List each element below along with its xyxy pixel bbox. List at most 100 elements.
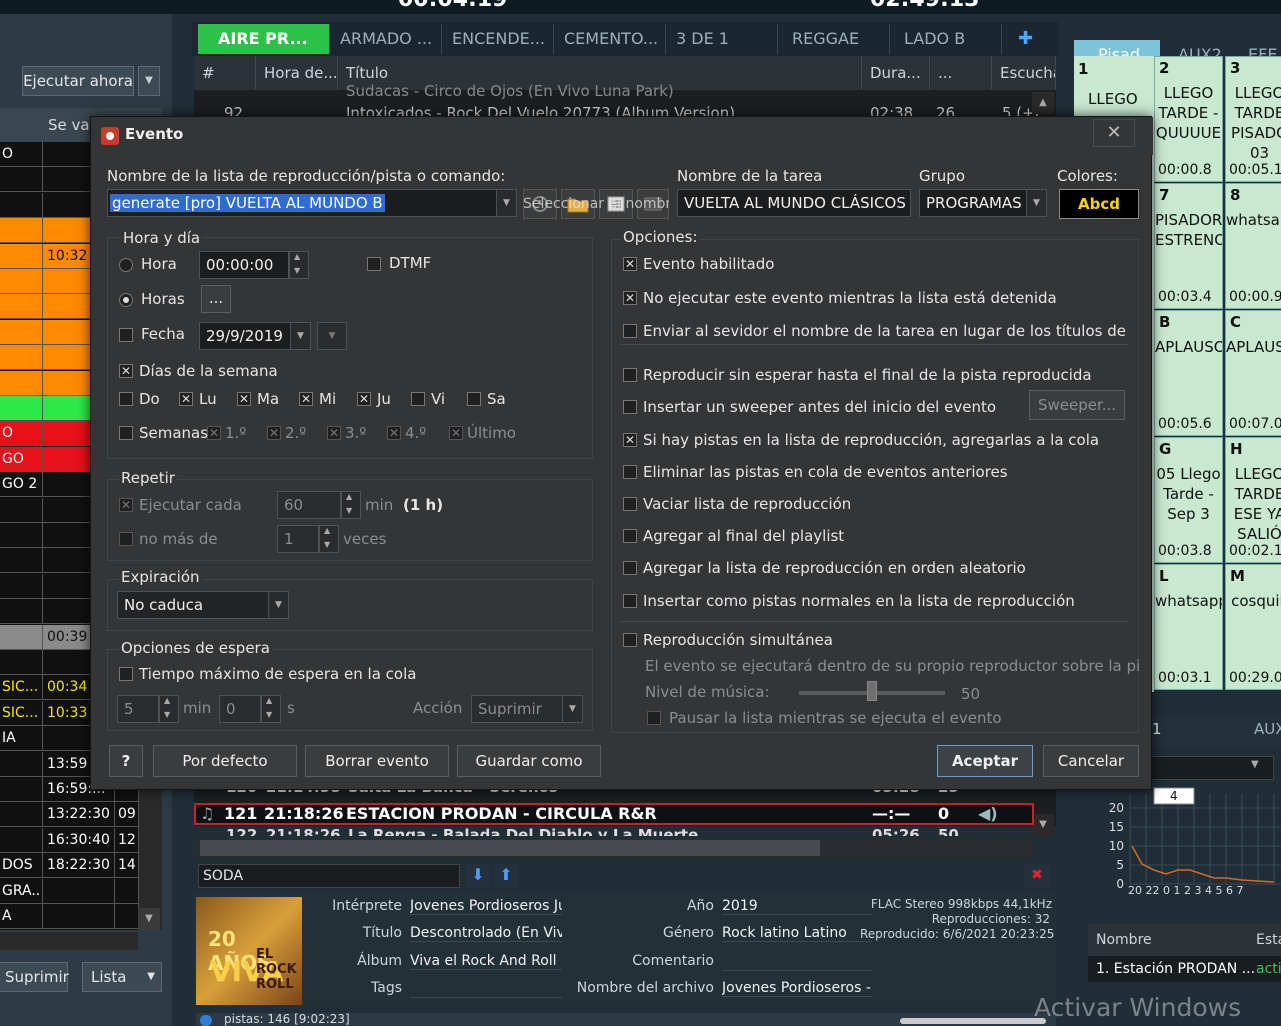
chevron-down-icon[interactable]: ▼: [562, 696, 582, 722]
option-checkbox[interactable]: [623, 400, 637, 414]
cancelar-button[interactable]: Cancelar: [1043, 745, 1139, 777]
clock-icon[interactable]: [523, 189, 557, 219]
tab-3-de-1[interactable]: 3 DE 1: [666, 24, 778, 54]
espera-min-spinner[interactable]: [159, 695, 179, 723]
col-start-time[interactable]: Hora de...: [256, 56, 338, 90]
hora-spinner[interactable]: [289, 251, 309, 279]
week-checkbox[interactable]: ✕: [449, 426, 463, 440]
semanas-checkbox[interactable]: [119, 426, 133, 440]
cart-button[interactable]: G 05 Llego Tarde - Sep 3 00:03.8: [1154, 437, 1223, 563]
week-checkbox[interactable]: ✕: [267, 426, 281, 440]
playlist-scroll-down-icon[interactable]: ▼: [1032, 814, 1054, 836]
cart-button[interactable]: 3 LLEGO TARDE PISADO 0300:05.1: [1225, 56, 1281, 182]
dias-semana-checkbox[interactable]: ✕: [119, 364, 133, 378]
playlist-icon[interactable]: [599, 189, 633, 219]
color-sample[interactable]: Abcd: [1059, 189, 1139, 219]
playlist-scroll-up-icon[interactable]: ▲: [1032, 92, 1054, 114]
option-checkbox[interactable]: [623, 465, 637, 479]
aux-select[interactable]: ▼: [1150, 756, 1274, 780]
chevron-down-icon[interactable]: ▼: [1026, 190, 1046, 216]
ejecutar-cada-checkbox[interactable]: ✕: [119, 498, 133, 512]
search-input[interactable]: SODA: [198, 864, 460, 888]
day-checkbox-sa[interactable]: [467, 392, 481, 406]
option-checkbox[interactable]: [623, 497, 637, 511]
tab-lado-b[interactable]: LADO B: [890, 24, 1002, 54]
day-checkbox-mi[interactable]: ✕: [299, 392, 313, 406]
horas-radio[interactable]: [119, 293, 133, 307]
por-defecto-button[interactable]: Por defecto: [153, 745, 297, 777]
col-number[interactable]: #: [194, 56, 256, 90]
cart-button[interactable]: Mcosquill 00:29.0: [1225, 564, 1281, 690]
add-tab-icon[interactable]: ✚: [1008, 24, 1048, 54]
day-checkbox-ma[interactable]: ✕: [237, 392, 251, 406]
tab-cemento[interactable]: CEMENTO...: [554, 24, 666, 54]
fecha-checkbox[interactable]: [119, 328, 133, 342]
hora-radio[interactable]: [119, 258, 133, 272]
volume-slider[interactable]: [900, 1018, 1046, 1024]
option-checkbox[interactable]: [623, 324, 637, 338]
clear-search-icon[interactable]: ✖: [1024, 864, 1050, 888]
tab-aux[interactable]: AUX: [1254, 720, 1281, 738]
col-more[interactable]: ...: [930, 56, 992, 90]
cart-button[interactable]: H LLEGO TARDE ESE YA SALIÓ 00:02.1: [1225, 437, 1281, 563]
option-checkbox[interactable]: ✕: [623, 291, 637, 305]
option-checkbox[interactable]: ✕: [623, 257, 637, 271]
no-mas-field[interactable]: 1: [277, 525, 319, 553]
horas-edit-button[interactable]: ...: [201, 285, 231, 313]
fecha-field[interactable]: 29/9/2019 ▼: [199, 322, 311, 350]
week-checkbox[interactable]: ✕: [387, 426, 401, 440]
command-icon[interactable]: [637, 189, 669, 219]
tab-reggae[interactable]: REGGAE: [778, 24, 890, 54]
scroll-down-icon[interactable]: ▼: [138, 908, 160, 930]
cart-button[interactable]: 8 whatsapp- 00:00.9: [1225, 183, 1281, 309]
chevron-down-icon[interactable]: ▼: [290, 323, 310, 349]
task-name-field[interactable]: VUELTA AL MUNDO CLÁSICOS I: [677, 189, 911, 217]
cart-button[interactable]: 7 PISADOR ESTRENO 00:03.4: [1154, 183, 1223, 309]
cart-name-1[interactable]: LLEGO TARDE: [1088, 90, 1154, 108]
option-checkbox[interactable]: [623, 368, 637, 382]
no-mas-spinner[interactable]: [319, 525, 339, 553]
delete-button[interactable]: Suprimir: [0, 962, 69, 992]
dtmf-checkbox[interactable]: [367, 257, 381, 271]
simultanea-checkbox[interactable]: [623, 633, 637, 647]
names-row[interactable]: 1. Estación PRODAN ... acti: [1088, 956, 1281, 982]
playlist-hscrollbar[interactable]: [196, 838, 1034, 858]
accion-select[interactable]: Suprimir ▼: [471, 695, 583, 723]
espera-s-field[interactable]: 0: [219, 695, 261, 723]
hscroll-thumb[interactable]: [200, 840, 820, 856]
search-up-icon[interactable]: ⬆: [494, 864, 518, 888]
expiracion-select[interactable]: No caduca ▼: [117, 591, 289, 619]
cart-button[interactable]: 2 LLEGO TARDE - QUUUUE 00:00.8: [1154, 56, 1223, 182]
help-button[interactable]: ?: [109, 745, 143, 777]
option-checkbox[interactable]: [623, 529, 637, 543]
hora-field[interactable]: 00:00:00: [199, 251, 289, 279]
day-checkbox-vi[interactable]: [411, 392, 425, 406]
day-checkbox-ju[interactable]: ✕: [357, 392, 371, 406]
tab-armado[interactable]: ARMADO ...: [330, 24, 442, 54]
tiempo-max-checkbox[interactable]: [119, 667, 133, 681]
cart-button[interactable]: Lwhatsapp 00:03.1: [1154, 564, 1223, 690]
tab-encende[interactable]: ENCENDE...: [442, 24, 554, 54]
chevron-down-icon[interactable]: ▼: [496, 190, 516, 216]
cart-button[interactable]: C APLAUSO 00:07.0: [1225, 310, 1281, 436]
week-checkbox[interactable]: ✕: [327, 426, 341, 440]
espera-min-field[interactable]: 5: [117, 695, 159, 723]
espera-s-spinner[interactable]: [261, 695, 281, 723]
search-down-icon[interactable]: ⬇: [466, 864, 490, 888]
aceptar-button[interactable]: Aceptar: [937, 745, 1033, 777]
week-checkbox[interactable]: ✕: [207, 426, 221, 440]
nivel-slider-thumb[interactable]: [867, 681, 877, 701]
chevron-down-icon[interactable]: ▼: [268, 592, 288, 618]
run-now-dropdown[interactable]: ▼: [138, 66, 160, 96]
day-checkbox-lu[interactable]: ✕: [179, 392, 193, 406]
ejecutar-cada-field[interactable]: 60: [277, 491, 341, 519]
guardar-como-button[interactable]: Guardar como: [457, 745, 601, 777]
run-now-button[interactable]: Ejecutar ahora: [22, 66, 134, 96]
list-button[interactable]: Lista ▼: [82, 962, 162, 992]
tab-aire-pr[interactable]: AIRE PR...: [198, 24, 330, 54]
left-hscrollbar[interactable]: [0, 932, 138, 950]
day-checkbox-do[interactable]: [119, 392, 133, 406]
playlist-name-field[interactable]: generate [pro] VUELTA AL MUNDO B ▼: [107, 189, 517, 217]
col-duration[interactable]: Dura...: [862, 56, 930, 90]
borrar-evento-button[interactable]: Borrar evento: [305, 745, 449, 777]
